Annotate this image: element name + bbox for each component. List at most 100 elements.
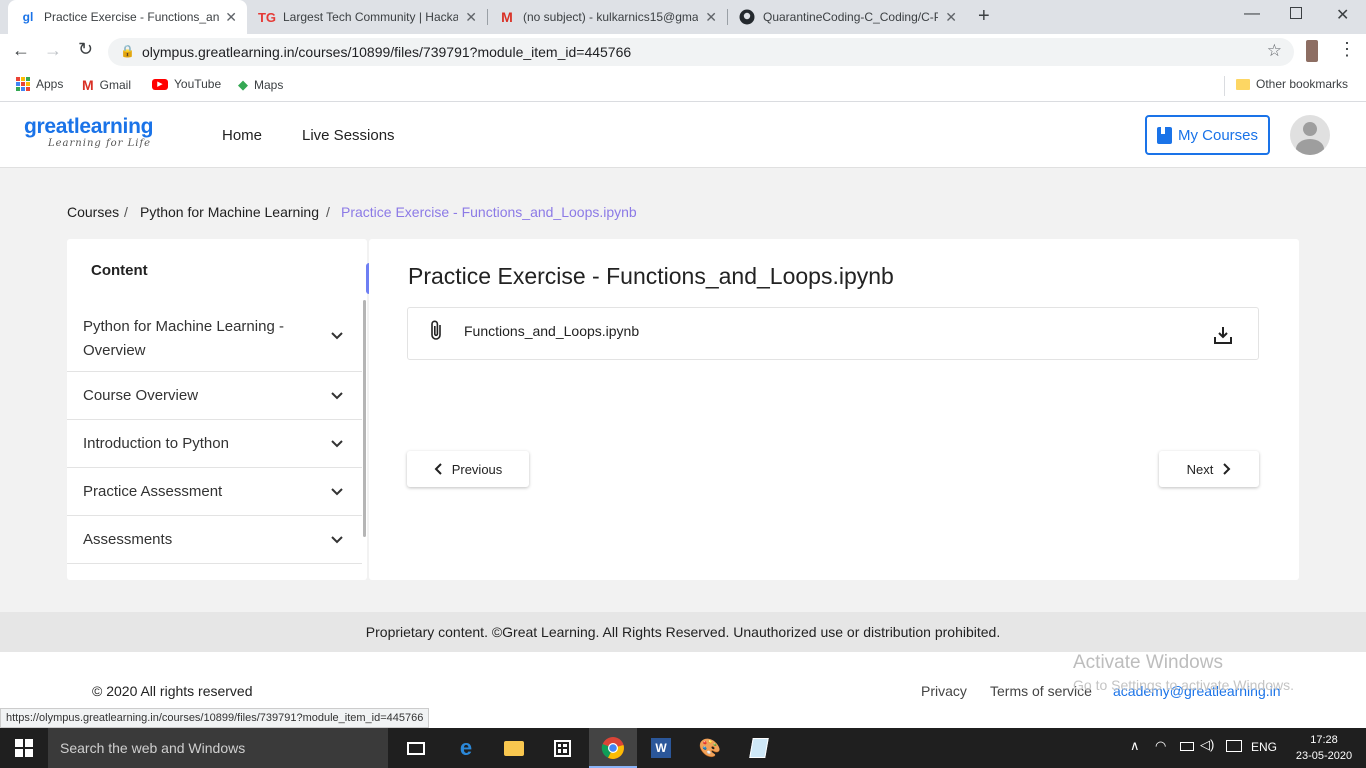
bookmark-star-icon[interactable]: ☆ xyxy=(1267,41,1282,61)
maps-pin-icon: ◆ xyxy=(238,77,248,92)
reload-icon[interactable]: ↻ xyxy=(78,39,93,60)
activate-windows-subtitle: Go to Settings to activate Windows. xyxy=(1073,677,1294,693)
breadcrumb-course[interactable]: Python for Machine Learning xyxy=(140,204,319,220)
logo-tagline: Learning for Life xyxy=(48,138,152,149)
paint-icon[interactable]: 🎨 xyxy=(698,736,722,760)
show-hidden-icons-icon[interactable]: ∧ xyxy=(1130,738,1140,754)
tab-tech-community[interactable]: TG Largest Tech Community | Hackat ✕ xyxy=(247,0,487,34)
sidebar-item-label: Course Overview xyxy=(83,387,199,404)
edge-browser-icon[interactable]: e xyxy=(454,735,478,760)
bookmark-label: Apps xyxy=(36,77,64,91)
back-arrow-icon[interactable]: ← xyxy=(12,40,30,61)
close-tab-icon[interactable]: ✕ xyxy=(705,9,717,26)
book-icon xyxy=(1156,126,1172,144)
apps-grid-icon xyxy=(16,77,30,91)
windows-taskbar: Search the web and Windows e W 🎨 ∧ ◠ ◁) … xyxy=(0,728,1366,768)
sidebar-scrollbar[interactable] xyxy=(363,300,366,537)
battery-icon[interactable] xyxy=(1180,742,1194,751)
bookmark-label: Gmail xyxy=(99,78,132,92)
gmail-icon: M xyxy=(501,9,513,25)
task-view-icon[interactable] xyxy=(404,736,428,760)
previous-button[interactable]: Previous xyxy=(407,451,529,487)
other-bookmarks[interactable]: Other bookmarks xyxy=(1236,77,1348,91)
notepad-icon[interactable] xyxy=(747,736,771,760)
greatlearning-favicon-icon: gl xyxy=(22,10,34,24)
bookmark-gmail[interactable]: M Gmail xyxy=(82,77,131,93)
close-tab-icon[interactable]: ✕ xyxy=(945,9,957,26)
next-button[interactable]: Next xyxy=(1159,451,1259,487)
file-name[interactable]: Functions_and_Loops.ipynb xyxy=(464,323,639,339)
chevron-down-icon xyxy=(331,332,343,340)
bookmark-label: YouTube xyxy=(174,77,222,91)
chrome-menu-icon[interactable]: ⋮ xyxy=(1338,39,1356,60)
sidebar-title: Content xyxy=(91,262,148,279)
github-icon xyxy=(739,9,755,25)
download-icon[interactable] xyxy=(1213,325,1233,345)
sidebar-item-assessments[interactable]: Assessments xyxy=(67,516,362,564)
footer-privacy-link[interactable]: Privacy xyxy=(921,683,967,699)
page-body: Courses / Python for Machine Learning / … xyxy=(0,168,1366,612)
gmail-icon: M xyxy=(82,77,94,93)
volume-icon[interactable]: ◁) xyxy=(1200,737,1214,753)
footer-notice-bar: Proprietary content. ©Great Learning. Al… xyxy=(0,612,1366,652)
site-header: greatlearning Learning for Life Home Liv… xyxy=(0,103,1366,168)
chevron-right-icon xyxy=(1223,463,1231,475)
close-window-icon[interactable]: ✕ xyxy=(1336,5,1349,25)
sidebar-item-label: Assessments xyxy=(83,531,173,548)
address-url: olympus.greatlearning.in/courses/10899/f… xyxy=(142,44,632,60)
breadcrumb-separator: / xyxy=(124,204,128,220)
my-courses-button[interactable]: My Courses xyxy=(1145,115,1270,155)
nav-live-sessions[interactable]: Live Sessions xyxy=(302,127,395,144)
bookmark-label: Maps xyxy=(254,78,284,92)
youtube-icon: ▶ xyxy=(152,78,168,90)
taskbar-clock[interactable]: 17:28 23-05-2020 xyxy=(1292,732,1356,764)
windows-start-icon[interactable] xyxy=(12,736,36,760)
sidebar-item-intro-python[interactable]: Introduction to Python xyxy=(67,420,362,468)
activate-windows-title: Activate Windows xyxy=(1073,652,1223,673)
tab-practice-exercise[interactable]: gl Practice Exercise - Functions_and_ ✕ xyxy=(8,0,247,34)
footer-notice: Proprietary content. ©Great Learning. Al… xyxy=(365,624,1001,640)
tab-github[interactable]: QuarantineCoding-C_Coding/C-P ✕ xyxy=(727,0,967,34)
greatlearning-logo[interactable]: greatlearning Learning for Life xyxy=(24,116,153,150)
sidebar-item-overview[interactable]: Python for Machine Learning - Overview xyxy=(67,301,362,372)
footer-copyright: © 2020 All rights reserved xyxy=(92,683,253,699)
new-tab-plus-icon[interactable]: + xyxy=(978,5,990,28)
sidebar-item-label: Python for Machine Learning - Overview xyxy=(83,318,284,359)
close-tab-icon[interactable]: ✕ xyxy=(465,9,477,26)
bookmark-youtube[interactable]: ▶ YouTube xyxy=(152,77,221,91)
address-bar[interactable]: 🔒 olympus.greatlearning.in/courses/10899… xyxy=(108,38,1294,66)
previous-label: Previous xyxy=(451,461,503,477)
word-icon[interactable]: W xyxy=(649,736,673,760)
sidebar-item-practice-assessment[interactable]: Practice Assessment xyxy=(67,468,362,516)
content-sidebar: Content Python for Machine Learning - Ov… xyxy=(67,239,367,580)
forward-arrow-icon[interactable]: → xyxy=(44,40,62,61)
lock-icon: 🔒 xyxy=(120,44,135,58)
paperclip-icon xyxy=(431,320,441,340)
bookmarks-bar: Apps M Gmail ▶ YouTube ◆ Maps Other book… xyxy=(0,70,1366,102)
main-content-panel: Practice Exercise - Functions_and_Loops.… xyxy=(369,239,1299,580)
language-indicator[interactable]: ENG xyxy=(1251,740,1277,754)
breadcrumb-courses[interactable]: Courses xyxy=(67,204,119,220)
user-avatar[interactable] xyxy=(1290,115,1330,155)
taskbar-search-box[interactable]: Search the web and Windows xyxy=(48,728,388,768)
sidebar-item-label: Introduction to Python xyxy=(83,435,229,452)
restore-window-icon[interactable] xyxy=(1290,7,1302,19)
next-label: Next xyxy=(1186,461,1214,477)
wifi-icon[interactable]: ◠ xyxy=(1155,738,1166,754)
chrome-taskbar-button[interactable] xyxy=(589,728,637,768)
nav-home[interactable]: Home xyxy=(222,127,262,144)
chevron-down-icon xyxy=(331,488,343,496)
profile-avatar-icon[interactable] xyxy=(1306,40,1318,62)
sidebar-item-course-overview[interactable]: Course Overview xyxy=(67,372,362,420)
browser-tab-strip: gl Practice Exercise - Functions_and_ ✕ … xyxy=(0,0,1366,34)
tab-gmail[interactable]: M (no subject) - kulkarnics15@gma ✕ xyxy=(487,0,727,34)
store-icon[interactable] xyxy=(550,736,574,760)
bookmark-maps[interactable]: ◆ Maps xyxy=(238,77,283,93)
folder-icon xyxy=(1236,78,1250,90)
minimize-window-icon[interactable]: — xyxy=(1244,5,1260,23)
close-tab-icon[interactable]: ✕ xyxy=(225,9,237,26)
tab-title: (no subject) - kulkarnics15@gma xyxy=(523,10,698,24)
action-center-icon[interactable] xyxy=(1226,740,1242,752)
bookmark-apps[interactable]: Apps xyxy=(16,77,63,91)
file-explorer-icon[interactable] xyxy=(502,736,526,760)
